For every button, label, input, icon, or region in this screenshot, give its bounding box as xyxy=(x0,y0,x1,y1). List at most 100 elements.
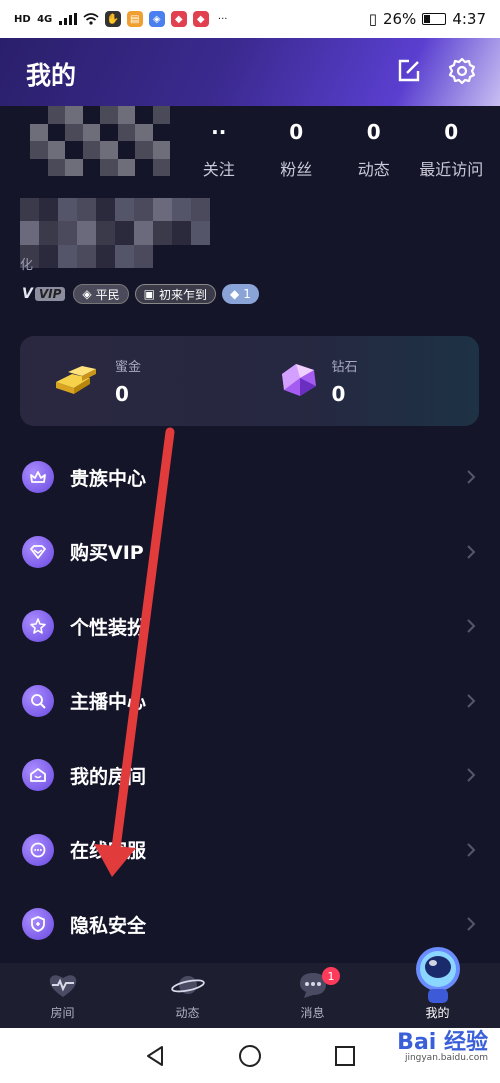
profile-stats: ·· 关注 0 粉丝 0 动态 0 最近访问 xyxy=(180,120,490,180)
stat-fans[interactable]: 0 粉丝 xyxy=(258,120,336,180)
astronaut-icon xyxy=(415,947,460,1003)
avatar-pixel xyxy=(65,141,83,159)
star-icon xyxy=(22,610,54,643)
nav-tab-messages[interactable]: 1 消息 xyxy=(250,963,375,1028)
app-notification-icon: ◈ xyxy=(148,11,165,27)
vip-badge[interactable]: V VIP xyxy=(20,284,67,304)
avatar-pixel xyxy=(82,123,100,141)
wallet-label: 钻石 xyxy=(331,360,358,375)
menu-item-label: 贵族中心 xyxy=(70,467,147,490)
name-pixel xyxy=(153,244,172,268)
header: 我的 xyxy=(0,38,500,106)
avatar-pixel xyxy=(82,158,100,176)
menu-item-anchor-center[interactable]: 主播中心 xyxy=(0,664,500,739)
more-notifications-icon: ··· xyxy=(217,13,228,25)
back-icon[interactable] xyxy=(144,1045,166,1067)
avatar-pixel xyxy=(152,158,170,176)
name-pixel xyxy=(115,244,134,268)
name-pixel xyxy=(115,198,134,222)
wallet-value: 0 xyxy=(115,382,129,406)
unread-badge: 1 xyxy=(322,967,340,985)
signal-icon xyxy=(58,11,77,27)
avatar-pixel xyxy=(100,158,118,176)
stat-value: 0 xyxy=(444,120,459,144)
wallet-value: 0 xyxy=(331,382,346,406)
watermark-brand: Bai 经验 xyxy=(397,1030,488,1055)
shield-icon xyxy=(22,908,54,941)
crown-icon xyxy=(22,461,54,494)
menu-item-label: 主播中心 xyxy=(70,691,147,714)
network-indicator: 4G xyxy=(37,13,53,25)
menu-item-buy-vip[interactable]: 购买VIP xyxy=(0,515,500,590)
menu-item-my-room[interactable]: 我的房间 xyxy=(0,738,500,813)
name-pixel xyxy=(153,198,172,222)
chevron-right-icon xyxy=(467,470,476,484)
nav-tab-mine[interactable]: 我的 xyxy=(375,947,500,1028)
avatar-pixel xyxy=(117,106,135,124)
name-pixel xyxy=(115,221,134,245)
app-notification-icon: ▤ xyxy=(126,11,143,27)
wallet-gold[interactable]: 蜜金 0 xyxy=(20,336,250,426)
baidu-watermark: Bai 经验 jingyan.baidu.com xyxy=(397,1032,488,1063)
name-pixel xyxy=(39,221,58,245)
menu-item-label: 我的房间 xyxy=(70,765,147,788)
avatar-pixel xyxy=(117,123,135,141)
name-pixel xyxy=(134,244,153,268)
nav-tab-rooms[interactable]: 房间 xyxy=(0,963,125,1028)
stat-posts[interactable]: 0 动态 xyxy=(335,120,413,180)
settings-button[interactable] xyxy=(447,56,477,86)
heartbeat-icon xyxy=(45,970,81,1000)
level-badge[interactable]: ◆ 1 xyxy=(222,284,259,304)
avatar-pixel xyxy=(100,141,118,159)
home-icon[interactable] xyxy=(238,1044,262,1068)
name-pixel xyxy=(39,244,58,268)
grade-icon: ◈ xyxy=(82,287,92,301)
avatar[interactable] xyxy=(30,106,170,176)
avatar-pixel xyxy=(135,106,153,124)
menu-item-personal-dressup[interactable]: 个性装扮 xyxy=(0,589,500,664)
page-title: 我的 xyxy=(26,61,77,90)
avatar-pixel xyxy=(82,141,100,159)
wallet-diamond[interactable]: 钻石 0 xyxy=(250,336,480,426)
chevron-right-icon xyxy=(467,768,476,782)
title-icon: ▣ xyxy=(143,287,155,301)
avatar-pixel xyxy=(47,158,65,176)
nav-tab-feed[interactable]: 动态 xyxy=(125,963,250,1028)
app-notification-icon: ◆ xyxy=(170,11,187,27)
stat-label: 最近访问 xyxy=(419,160,484,179)
name-pixel xyxy=(191,198,210,222)
title-badge-label: 初来乍到 xyxy=(158,287,207,302)
menu-item-online-service[interactable]: 在线客服 xyxy=(0,813,500,888)
stat-value: 0 xyxy=(366,120,381,144)
profile-section: ·· 关注 0 粉丝 0 动态 0 最近访问 化 V VIP ◈ 平民 ▣ 初来乍到 … xyxy=(0,106,500,316)
menu-list: 贵族中心 购买VIP 个性装扮 主播中心 我的房间 在线客服 隐私安全 xyxy=(0,440,500,962)
menu-item-label: 在线客服 xyxy=(70,840,147,863)
name-pixel xyxy=(58,244,77,268)
stat-recent-visits[interactable]: 0 最近访问 xyxy=(413,120,491,180)
avatar-pixel xyxy=(65,123,83,141)
avatar-pixel xyxy=(65,106,83,124)
chevron-right-icon xyxy=(467,843,476,857)
title-badge[interactable]: ▣ 初来乍到 xyxy=(134,284,216,304)
grade-badge[interactable]: ◈ 平民 xyxy=(73,284,129,304)
gear-icon xyxy=(448,57,476,85)
clock: 4:37 xyxy=(452,10,486,28)
grade-badge-label: 平民 xyxy=(95,287,120,302)
avatar-pixel xyxy=(47,123,65,141)
avatar-pixel xyxy=(152,106,170,124)
menu-item-noble-center[interactable]: 贵族中心 xyxy=(0,440,500,515)
avatar-pixel xyxy=(30,158,48,176)
recents-icon[interactable] xyxy=(334,1045,356,1067)
hd-indicator: HD xyxy=(14,13,31,25)
name-pixel xyxy=(77,221,96,245)
avatar-pixel xyxy=(117,158,135,176)
name-pixel xyxy=(134,198,153,222)
name-pixel xyxy=(58,221,77,245)
stat-following[interactable]: ·· 关注 xyxy=(180,120,258,180)
stat-value: 0 xyxy=(289,120,304,144)
edit-icon xyxy=(398,59,420,82)
avatar-pixel xyxy=(152,141,170,159)
stat-value: ·· xyxy=(211,120,227,144)
edit-button[interactable] xyxy=(394,56,424,86)
status-bar: HD 4G ✋ ▤ ◈ ◆ ◆ ··· ▯ 26% 4:37 xyxy=(0,0,500,38)
